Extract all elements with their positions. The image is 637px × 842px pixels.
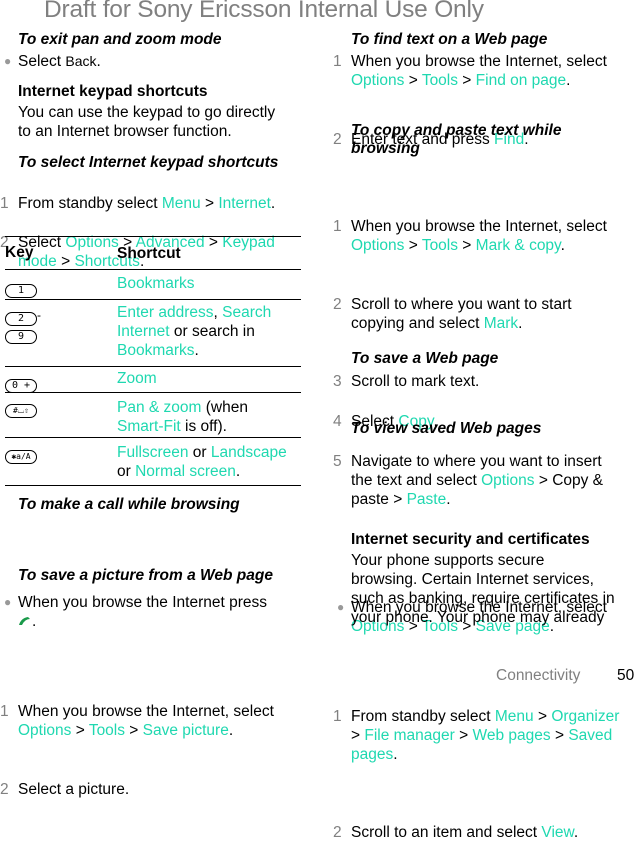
key-hash-icon: #⌴⇧	[5, 400, 37, 418]
left-column: To exit pan and zoom mode ● Select Back.…	[0, 0, 310, 798]
link-pan-zoom[interactable]: Pan & zoom	[117, 399, 201, 416]
bullet-icon: ●	[4, 54, 12, 68]
heading-select-shortcuts: To select Internet keypad shortcuts	[18, 154, 279, 171]
link-internet[interactable]: Internet	[218, 195, 271, 212]
header-key: Key	[5, 244, 34, 261]
link-menu[interactable]: Menu	[495, 708, 534, 725]
key-star-icon: ✱a/A	[5, 446, 37, 464]
link-save-picture[interactable]: Save picture	[143, 722, 229, 739]
link-find-on-page[interactable]: Find on page	[476, 72, 567, 89]
bullet-select-back: ● Select Back.	[4, 53, 101, 70]
link-bookmarks[interactable]: Bookmarks	[117, 342, 195, 359]
heading-exit-pan-zoom: To exit pan and zoom mode	[18, 31, 222, 48]
heading-save-picture: To save a picture from a Web page	[18, 567, 273, 584]
link-enter-address[interactable]: Enter address	[117, 304, 214, 321]
link-tools[interactable]: Tools	[422, 72, 458, 89]
step-2: 2 Select a picture.	[0, 781, 130, 798]
shortcut-bookmarks[interactable]: Bookmarks	[117, 274, 301, 293]
security-line: your phone. Your phone may already	[351, 609, 605, 626]
heading-keypad-shortcuts: Internet keypad shortcuts	[18, 83, 208, 100]
heading-save-page: To save a Web page	[351, 350, 499, 367]
link-options[interactable]: Options	[18, 722, 71, 739]
keypad-body-line1: You can use the keypad to go directly	[18, 104, 276, 121]
key-0-plus-icon: 0 +	[5, 375, 37, 393]
step-1: 1 When you browse the Internet, select O…	[0, 703, 274, 739]
shortcut-fullscreen: Fullscreen or Landscape or Normal screen…	[117, 444, 287, 480]
shortcut-enter-address: Enter address, Search Internet or search…	[117, 304, 272, 359]
step-2: 2 Scroll to an item and select View.	[333, 824, 579, 841]
link-search-internet[interactable]: Internet	[117, 323, 170, 340]
step-1: 1 When you browse the Internet, select O…	[333, 218, 607, 254]
link-web-pages[interactable]: Web pages	[473, 727, 551, 744]
link-file-manager[interactable]: File manager	[364, 727, 454, 744]
step-5: 5 Navigate to where you want to insert t…	[333, 453, 604, 508]
link-mark-copy[interactable]: Mark & copy	[476, 237, 561, 254]
link-view[interactable]: View	[541, 824, 573, 841]
link-search[interactable]: Search	[222, 304, 271, 321]
right-column: To find text on a Web page 1 When you br…	[333, 0, 637, 841]
call-key-icon	[19, 617, 30, 625]
heading-find-text: To find text on a Web page	[351, 31, 548, 48]
key-1-icon: 1	[5, 280, 37, 298]
security-line: browsing. Certain Internet services,	[351, 571, 594, 588]
keypad-body-line2: to an Internet browser function.	[18, 123, 232, 140]
footer-section: Connectivity	[496, 667, 581, 684]
step-3: 3 Scroll to mark text.	[333, 373, 480, 390]
link-saved-pages[interactable]: pages	[351, 746, 393, 763]
page-number: 50	[617, 667, 635, 684]
step-1: 1 When you browse the Internet, select O…	[333, 53, 607, 89]
step-1: 1 From standby select Menu > Organizer >…	[333, 708, 620, 763]
shortcut-zoom[interactable]: Zoom	[117, 369, 301, 388]
link-paste[interactable]: Paste	[407, 491, 447, 508]
link-menu[interactable]: Menu	[162, 195, 201, 212]
ui-back: Back	[65, 53, 97, 69]
link-options[interactable]: Options	[351, 72, 404, 89]
heading-make-call: To make a call while browsing	[18, 496, 240, 513]
heading-copy-paste: To copy and paste text while browsing	[351, 122, 562, 157]
security-line: Your phone supports secure	[351, 552, 545, 569]
key-2-9-icon: 2- 9	[5, 308, 41, 344]
link-options[interactable]: Options	[351, 237, 404, 254]
heading-security: Internet security and certificates	[351, 531, 590, 548]
step-2: 2 Scroll to where you want to start copy…	[333, 296, 572, 332]
link-organizer[interactable]: Organizer	[551, 708, 619, 725]
link-tools[interactable]: Tools	[422, 237, 458, 254]
link-options[interactable]: Options	[481, 472, 534, 489]
security-line: such as banking, require certificates in	[351, 590, 615, 607]
bullet-make-call: ● When you browse the Internet press .	[4, 594, 267, 630]
link-normal-screen[interactable]: Normal screen	[135, 463, 236, 480]
link-mark[interactable]: Mark	[484, 315, 518, 332]
link-tools[interactable]: Tools	[89, 722, 125, 739]
bullet-icon: ●	[4, 595, 12, 609]
step-1: 1 From standby select Menu > Internet.	[0, 195, 276, 212]
link-fullscreen[interactable]: Fullscreen	[117, 444, 189, 461]
header-shortcut: Shortcut	[117, 245, 181, 262]
link-smart-fit[interactable]: Smart-Fit	[117, 418, 181, 435]
heading-view-saved: To view saved Web pages	[351, 420, 542, 437]
link-saved[interactable]: Saved	[568, 727, 612, 744]
link-landscape[interactable]: Landscape	[211, 444, 287, 461]
shortcut-pan-zoom: Pan & zoom (when Smart-Fit is off).	[117, 399, 248, 435]
